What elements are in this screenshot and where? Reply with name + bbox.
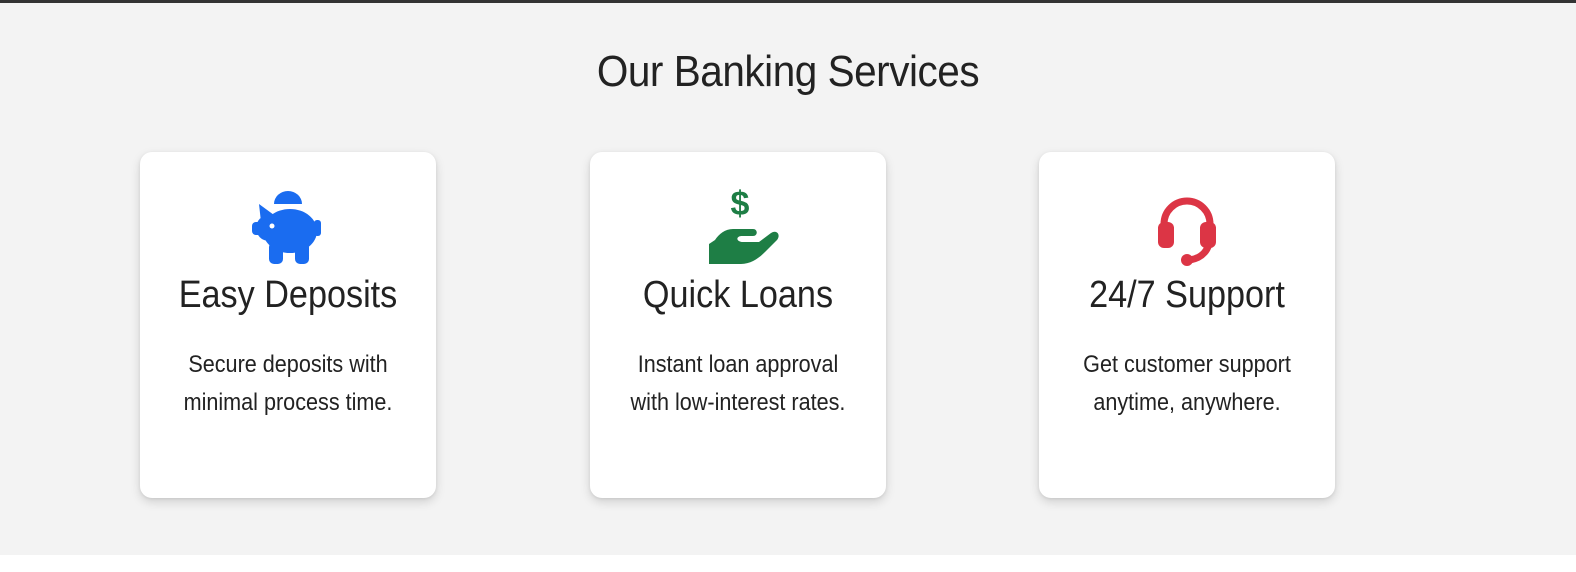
page-bottom-strip	[0, 555, 1576, 572]
card-description-line: Instant loan approval	[637, 351, 839, 378]
card-description: Get customer support anytime, anywhere.	[1054, 346, 1320, 422]
section-title: Our Banking Services	[596, 47, 980, 96]
service-card-quick-loans: $ Quick Loans Instant loan approval with…	[590, 152, 886, 498]
piggy-bank-icon	[140, 182, 436, 272]
card-description-line: with low-interest rates.	[630, 389, 846, 416]
card-description: Secure deposits with minimal process tim…	[155, 346, 421, 422]
card-description-line: Secure deposits with	[188, 351, 388, 378]
card-description: Instant loan approval with low-interest …	[605, 346, 871, 422]
card-title: Quick Loans	[642, 274, 834, 316]
card-description-line: Get customer support	[1083, 351, 1291, 378]
services-section: Our Banking Services Easy Deposits Secur…	[0, 0, 1576, 555]
card-description-line: minimal process time.	[183, 389, 393, 416]
service-card-247-support: 24/7 Support Get customer support anytim…	[1039, 152, 1335, 498]
headset-icon	[1039, 182, 1335, 272]
card-description-line: anytime, anywhere.	[1093, 389, 1281, 416]
card-title: 24/7 Support	[1089, 274, 1285, 316]
service-card-easy-deposits: Easy Deposits Secure deposits with minim…	[140, 152, 436, 498]
hand-holding-dollar-icon: $	[590, 182, 886, 272]
svg-text:$: $	[731, 185, 750, 223]
card-title: Easy Deposits	[178, 274, 398, 316]
